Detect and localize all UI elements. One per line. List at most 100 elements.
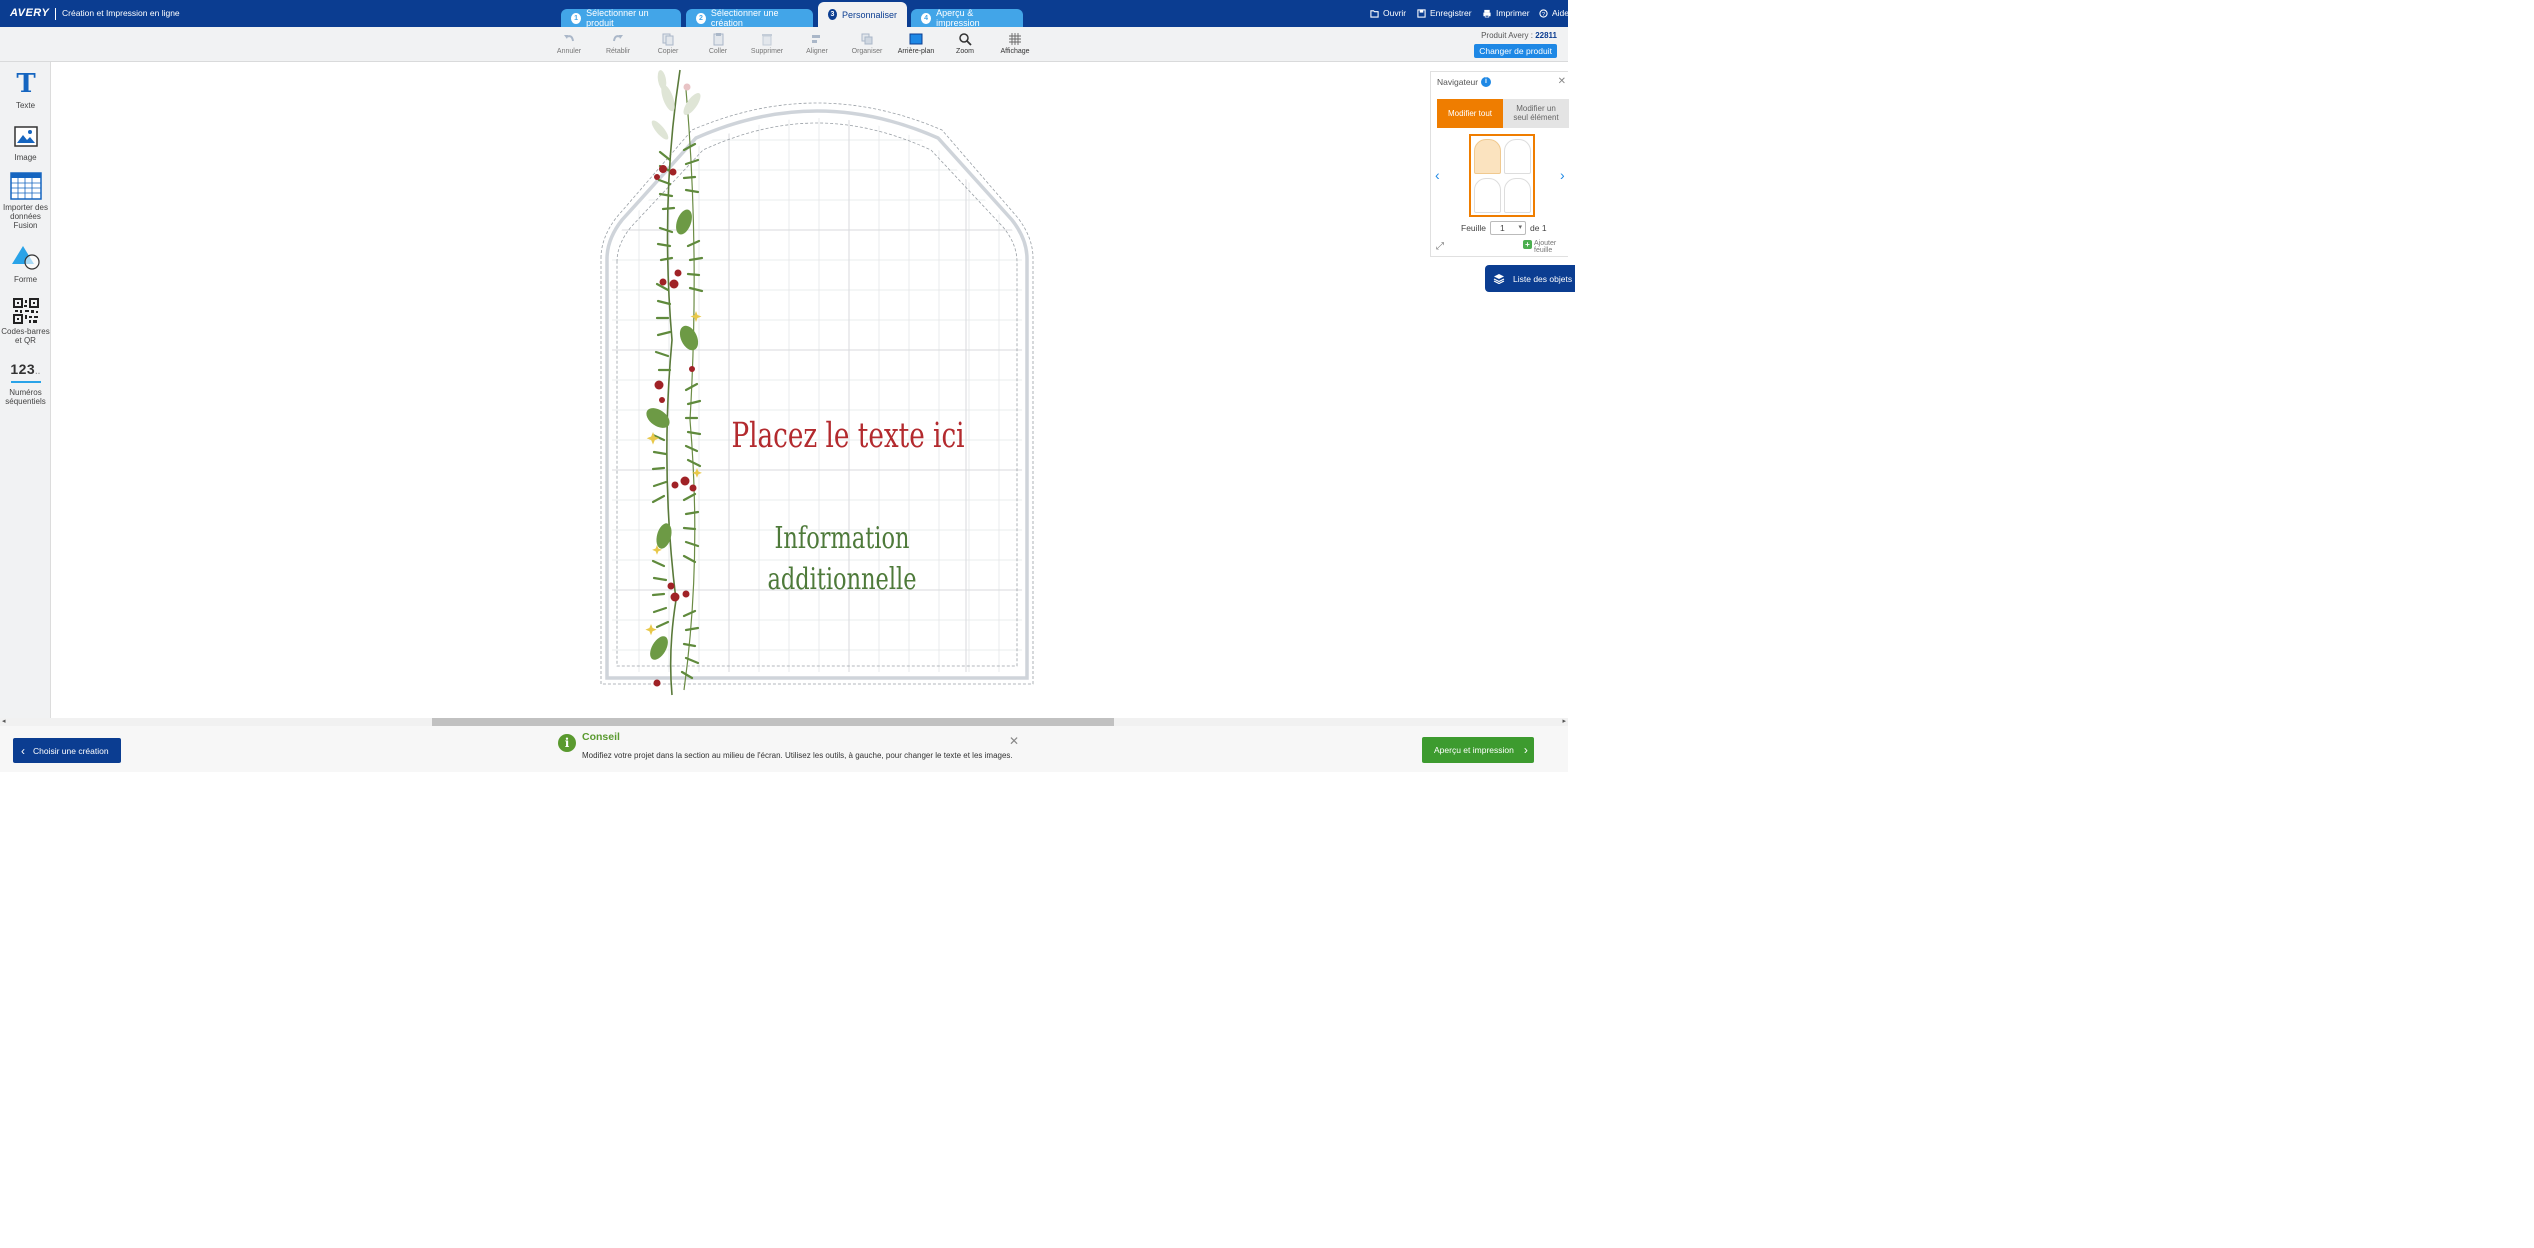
undo-button[interactable]: Annuler [547, 32, 591, 55]
arrange-button[interactable]: Organiser [845, 32, 889, 55]
close-icon[interactable]: ✕ [1558, 76, 1566, 87]
horizontal-scrollbar[interactable]: ◂ ▸ [0, 718, 1568, 726]
add-barcode-tool[interactable]: Codes-barres et QR [0, 298, 51, 345]
add-image-tool[interactable]: Image [0, 124, 51, 162]
thumbnail-label [1504, 139, 1531, 174]
add-text-tool[interactable]: T Texte [0, 70, 51, 110]
save-label: Enregistrer [1430, 8, 1472, 18]
zoom-button[interactable]: Zoom [943, 32, 987, 55]
qr-code-icon [12, 298, 39, 324]
step-label: Sélectionner un produit [586, 8, 649, 28]
modify-one-button[interactable]: Modifier un seul élément [1503, 99, 1569, 128]
modify-one-label-1: Modifier un [1516, 104, 1556, 113]
object-list-label: Liste des objets [1513, 273, 1573, 284]
info-icon[interactable]: i [1481, 77, 1491, 87]
sequential-numbers-icon: 123.. [10, 361, 41, 377]
expand-icon[interactable]: ⤢ [1436, 241, 1444, 252]
open-link[interactable]: Ouvrir [1370, 8, 1406, 18]
open-icon [1370, 9, 1379, 18]
sheet-select[interactable]: 1 [1490, 221, 1527, 235]
product-label: Produit Avery : [1481, 31, 1536, 40]
open-label: Ouvrir [1383, 8, 1407, 18]
background-icon [909, 33, 923, 45]
undo-icon [564, 35, 574, 42]
copy-icon [662, 33, 674, 46]
scrollbar-thumb[interactable] [432, 718, 1114, 726]
zoom-icon [959, 33, 972, 46]
app-title: Création et Impression en ligne [62, 8, 180, 18]
choose-design-button[interactable]: ‹ Choisir une création [13, 738, 121, 763]
print-label: Imprimer [1496, 8, 1530, 18]
chevron-right-icon[interactable]: › [1560, 167, 1565, 183]
step-number: 2 [696, 12, 706, 24]
print-icon [1483, 9, 1491, 17]
choose-design-label: Choisir une création [33, 745, 109, 756]
help-link[interactable]: ? Aide [1539, 8, 1569, 18]
seq-glyph: 123 [10, 361, 36, 377]
close-tip-icon[interactable]: ✕ [1009, 734, 1019, 748]
info-text-line-1[interactable]: Information [775, 521, 910, 556]
scroll-left-arrow-icon[interactable]: ◂ [2, 717, 6, 725]
shape-tool-label: Forme [13, 275, 38, 284]
svg-text:T: T [16, 70, 36, 98]
chevron-left-icon[interactable]: ‹ [1435, 167, 1440, 183]
step-select-product[interactable]: 1 Sélectionner un produit [561, 8, 681, 28]
add-sequential-numbers-tool[interactable]: 123.. Numéros séquentiels [0, 361, 51, 406]
thumbnail-label [1504, 178, 1531, 213]
main-placeholder-text[interactable]: Placez le texte ici [731, 415, 964, 456]
add-sheet-label-2: feuille [1534, 247, 1553, 254]
barcode-label-2: et QR [15, 336, 36, 345]
print-link[interactable]: Imprimer [1482, 8, 1530, 18]
product-info: Produit Avery : 22811 [1481, 31, 1557, 40]
redo-button[interactable]: Rétablir [596, 32, 640, 55]
import-data-tool[interactable]: Importer des données Fusion [0, 172, 51, 230]
background-button[interactable]: Arrière-plan [894, 32, 938, 55]
display-label: Affichage [1000, 48, 1030, 55]
seq-underline [10, 381, 41, 383]
help-label: Aide [1552, 8, 1570, 18]
delete-label: Supprimer [750, 48, 784, 55]
barcode-label-1: Codes-barres [1, 327, 50, 336]
seq-label-1: Numéros [9, 388, 42, 397]
sheet-of-label: de 1 [1530, 223, 1547, 233]
sheet-label: Feuille [1461, 223, 1487, 233]
align-icon [812, 35, 820, 43]
step-number: 1 [571, 12, 582, 24]
step-label: Aperçu & impression [936, 8, 980, 28]
trash-icon [762, 34, 772, 46]
object-list-button[interactable]: Liste des objets [1485, 265, 1575, 292]
delete-button[interactable]: Supprimer [745, 32, 789, 55]
step-personalize[interactable]: 3 Personnaliser [818, 2, 907, 27]
seq-label-2: séquentiels [5, 397, 46, 406]
arrange-icon [861, 33, 873, 45]
tip-title: Conseil [582, 731, 620, 743]
tip-text: Modifiez votre projet dans la section au… [582, 751, 1013, 760]
add-shape-tool[interactable]: Forme [0, 244, 51, 284]
info-text-line-2[interactable]: additionnelle [767, 562, 916, 597]
sheet-selector: Feuille 1 de 1 [1461, 221, 1547, 235]
paste-button[interactable]: Coller [696, 32, 740, 55]
align-button[interactable]: Aligner [795, 32, 839, 55]
background-label: Arrière-plan [897, 48, 935, 55]
avery-logo[interactable]: AVERY [10, 7, 49, 19]
redo-label: Rétablir [605, 48, 631, 55]
step-label: Sélectionner une création [710, 8, 779, 28]
copy-button[interactable]: Copier [646, 32, 690, 55]
text-icon: T [16, 70, 36, 98]
image-icon [13, 126, 38, 147]
navigator-panel: Navigateur i ✕ Modifier tout Modifier un… [1430, 71, 1569, 257]
sheet-thumbnail[interactable] [1469, 134, 1535, 217]
preview-print-button[interactable]: Aperçu et impression › [1422, 737, 1534, 763]
step-label: Personnaliser [841, 9, 897, 20]
scroll-right-arrow-icon[interactable]: ▸ [1562, 717, 1566, 725]
toolbar: Annuler Rétablir Copier Coller Supprimer… [0, 27, 1568, 62]
step-preview-print[interactable]: 4 Aperçu & impression [911, 8, 1023, 28]
save-link[interactable]: Enregistrer [1417, 8, 1472, 18]
modify-all-button[interactable]: Modifier tout [1437, 99, 1503, 128]
change-product-button[interactable]: Changer de produit [1474, 44, 1557, 58]
preview-print-label: Aperçu et impression [1434, 745, 1514, 755]
display-button[interactable]: Affichage [993, 32, 1037, 55]
label-design[interactable]: Placez le texte ici Information addition… [596, 64, 1038, 700]
add-sheet-button[interactable]: + Ajouter feuille [1523, 240, 1556, 254]
step-select-design[interactable]: 2 Sélectionner une création [686, 8, 813, 28]
